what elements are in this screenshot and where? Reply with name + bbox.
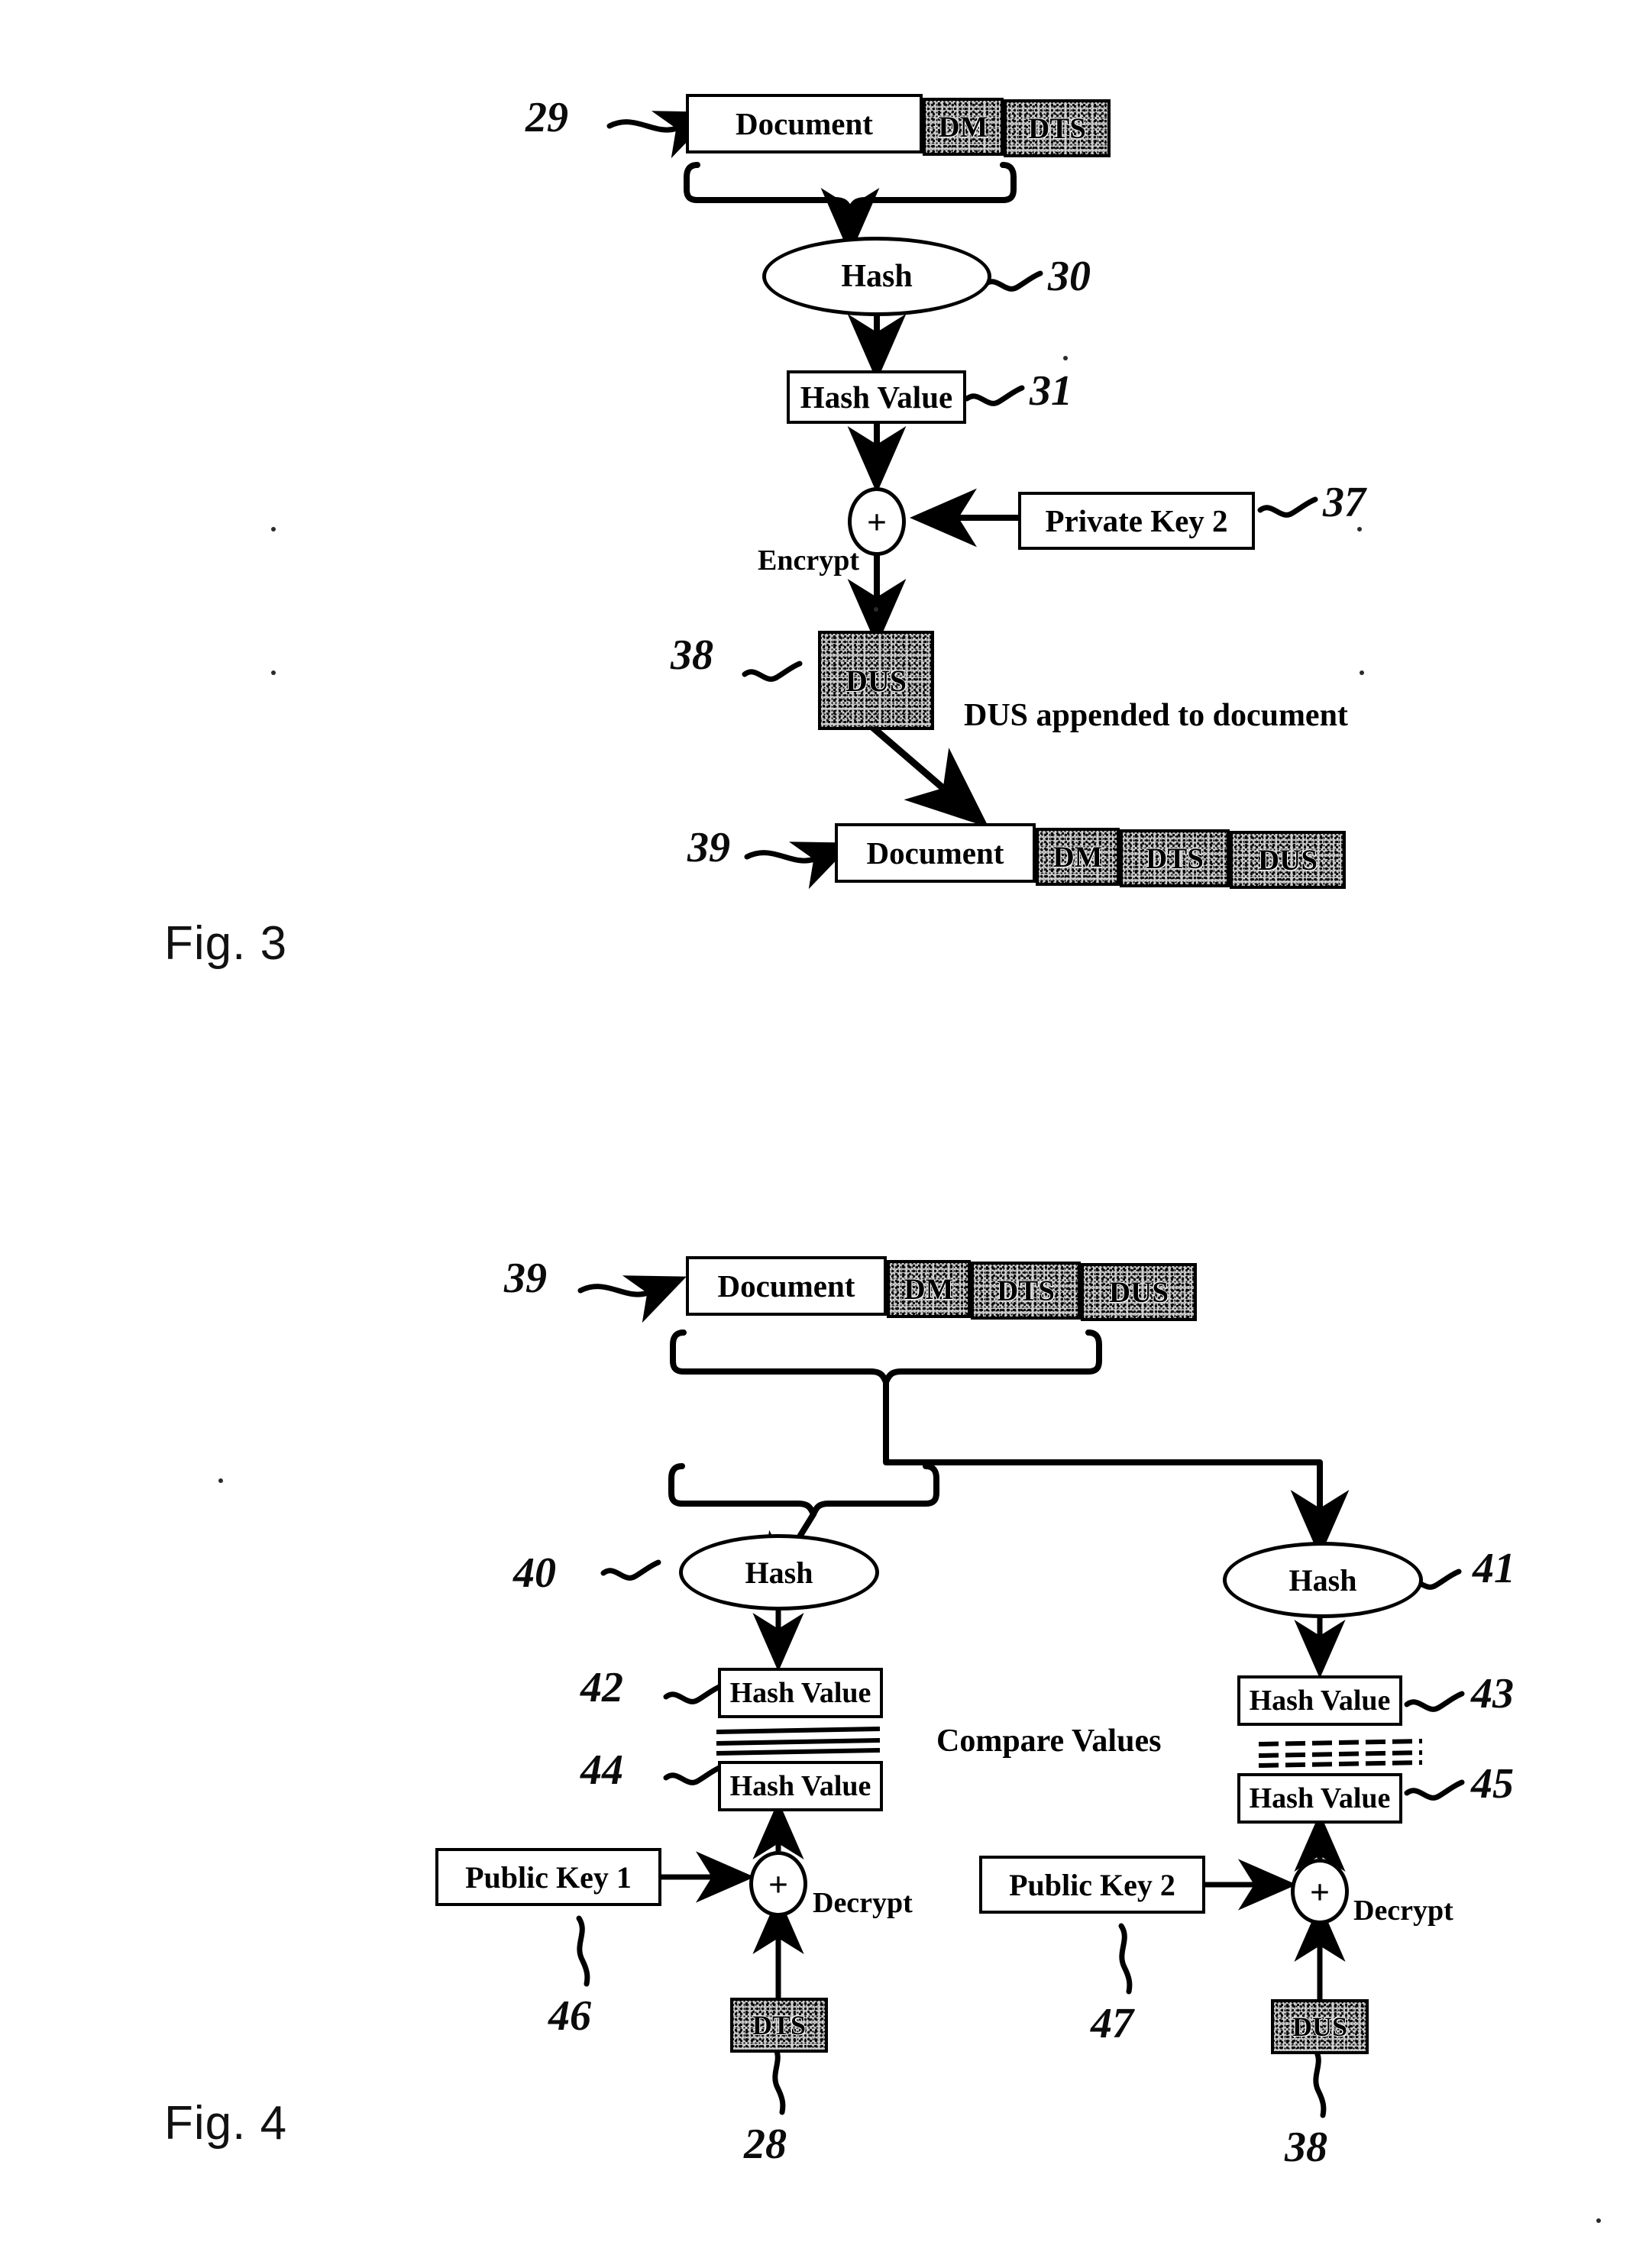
ref-number-45: 45: [1471, 1760, 1514, 1808]
ref-number-46: 46: [548, 1992, 591, 2040]
lead-line-42: [663, 1683, 724, 1704]
fig4-hash-value-42-box: Hash Value: [718, 1668, 883, 1718]
ref-number-29: 29: [525, 94, 568, 141]
figure-3-caption: Fig. 3: [164, 917, 288, 970]
fig3-append-note: DUS appended to document: [964, 698, 1348, 733]
ref-number-40: 40: [513, 1549, 556, 1597]
fig4-hash-value-45-box: Hash Value: [1237, 1773, 1402, 1824]
lead-line-40: [600, 1559, 661, 1581]
ref-number-31: 31: [1030, 367, 1072, 415]
ref-number-38: 38: [671, 632, 713, 679]
fig4-input-document-segment: Document: [686, 1256, 887, 1316]
ref-number-28: 28: [744, 2121, 787, 2168]
fig4-decrypt-left-operator: +: [749, 1851, 807, 1917]
fig3-output-dus-segment: DUS: [1230, 831, 1346, 889]
fig4-input-dts-segment: DTS: [971, 1262, 1081, 1320]
lead-line-31: [964, 385, 1025, 406]
ref-number-37: 37: [1323, 479, 1366, 526]
lead-line-28: [771, 2043, 786, 2115]
fig3-input-document-segment: Document: [686, 94, 923, 153]
brace-upper-to-hash41: [670, 1329, 1350, 1557]
ref-number-42: 42: [580, 1664, 623, 1711]
lead-line-38-fig4: [1312, 2047, 1327, 2118]
ref-number-41: 41: [1473, 1545, 1515, 1592]
scan-speck: [271, 670, 276, 675]
fig4-signature-dus-box: DUS: [1271, 1999, 1369, 2054]
equals-mark-left: [716, 1727, 881, 1756]
ref-number-38-fig4: 38: [1285, 2124, 1327, 2171]
fig4-input-dm-segment: DM: [887, 1260, 971, 1318]
fig4-hash-right-node: Hash: [1223, 1542, 1423, 1618]
lead-line-30: [982, 270, 1043, 292]
ref-number-39-fig4: 39: [504, 1255, 547, 1302]
fig4-compare-note: Compare Values: [936, 1724, 1162, 1759]
ref-number-43: 43: [1471, 1670, 1514, 1717]
lead-line-38: [742, 661, 803, 682]
arrow-dus-appended: [865, 719, 989, 828]
fig4-hash-value-43-box: Hash Value: [1237, 1675, 1402, 1726]
fig4-decrypt-left-label: Decrypt: [813, 1887, 913, 1919]
fig3-output-dts-segment: DTS: [1120, 829, 1230, 887]
ref-number-30: 30: [1048, 253, 1091, 300]
fig4-public-key-1-box: Public Key 1: [435, 1848, 661, 1906]
fig3-output-dm-segment: DM: [1036, 828, 1120, 886]
fig3-output-document-segment: Document: [835, 823, 1036, 883]
fig4-hash-value-44-box: Hash Value: [718, 1761, 883, 1811]
figure-4-caption: Fig. 4: [164, 2097, 288, 2150]
lead-line-44: [663, 1764, 724, 1785]
connector-overlay: [576, 111, 1465, 2118]
brace-doc29-to-hash: [684, 162, 1017, 255]
lead-line-46: [576, 1915, 590, 1987]
ref-number-39-fig3: 39: [687, 824, 730, 871]
scan-speck: [1063, 356, 1068, 360]
fig3-private-key-box: Private Key 2: [1018, 492, 1255, 550]
scan-speck: [874, 607, 878, 612]
fig3-hash-node: Hash: [762, 237, 991, 316]
scan-speck: [1357, 527, 1362, 531]
scan-speck: [218, 1478, 223, 1483]
fig4-decrypt-right-label: Decrypt: [1353, 1895, 1453, 1927]
fig3-input-dts-segment: DTS: [1004, 99, 1111, 157]
fig4-signature-dts-box: DTS: [730, 1998, 828, 2053]
fig3-input-dm-segment: DM: [923, 98, 1004, 156]
fig3-encrypt-label: Encrypt: [758, 544, 859, 577]
fig3-hash-value-box: Hash Value: [787, 370, 966, 424]
fig4-hash-left-node: Hash: [679, 1534, 879, 1611]
ref-number-47: 47: [1091, 2000, 1133, 2047]
lead-line-43: [1404, 1691, 1465, 1712]
ref-number-44: 44: [580, 1746, 623, 1794]
fig4-input-dus-segment: DUS: [1081, 1263, 1197, 1321]
lead-line-39-fig4: [577, 1275, 687, 1323]
fig4-decrypt-right-operator: +: [1291, 1859, 1349, 1924]
lead-line-47: [1118, 1923, 1133, 1995]
scan-speck: [271, 527, 276, 531]
fig4-public-key-2-box: Public Key 2: [979, 1856, 1205, 1914]
scan-speck: [1596, 2218, 1601, 2223]
lead-line-39-fig3: [744, 842, 853, 890]
equals-mark-right: [1258, 1739, 1423, 1768]
lead-line-45: [1404, 1779, 1465, 1801]
patent-drawing-sheet: 29 Document DM DTS Hash 30 Hash Value 31…: [0, 0, 1649, 2268]
lead-line-37: [1257, 496, 1318, 518]
fig3-signature-dus-box: DUS: [818, 631, 934, 730]
scan-speck: [1360, 670, 1364, 675]
